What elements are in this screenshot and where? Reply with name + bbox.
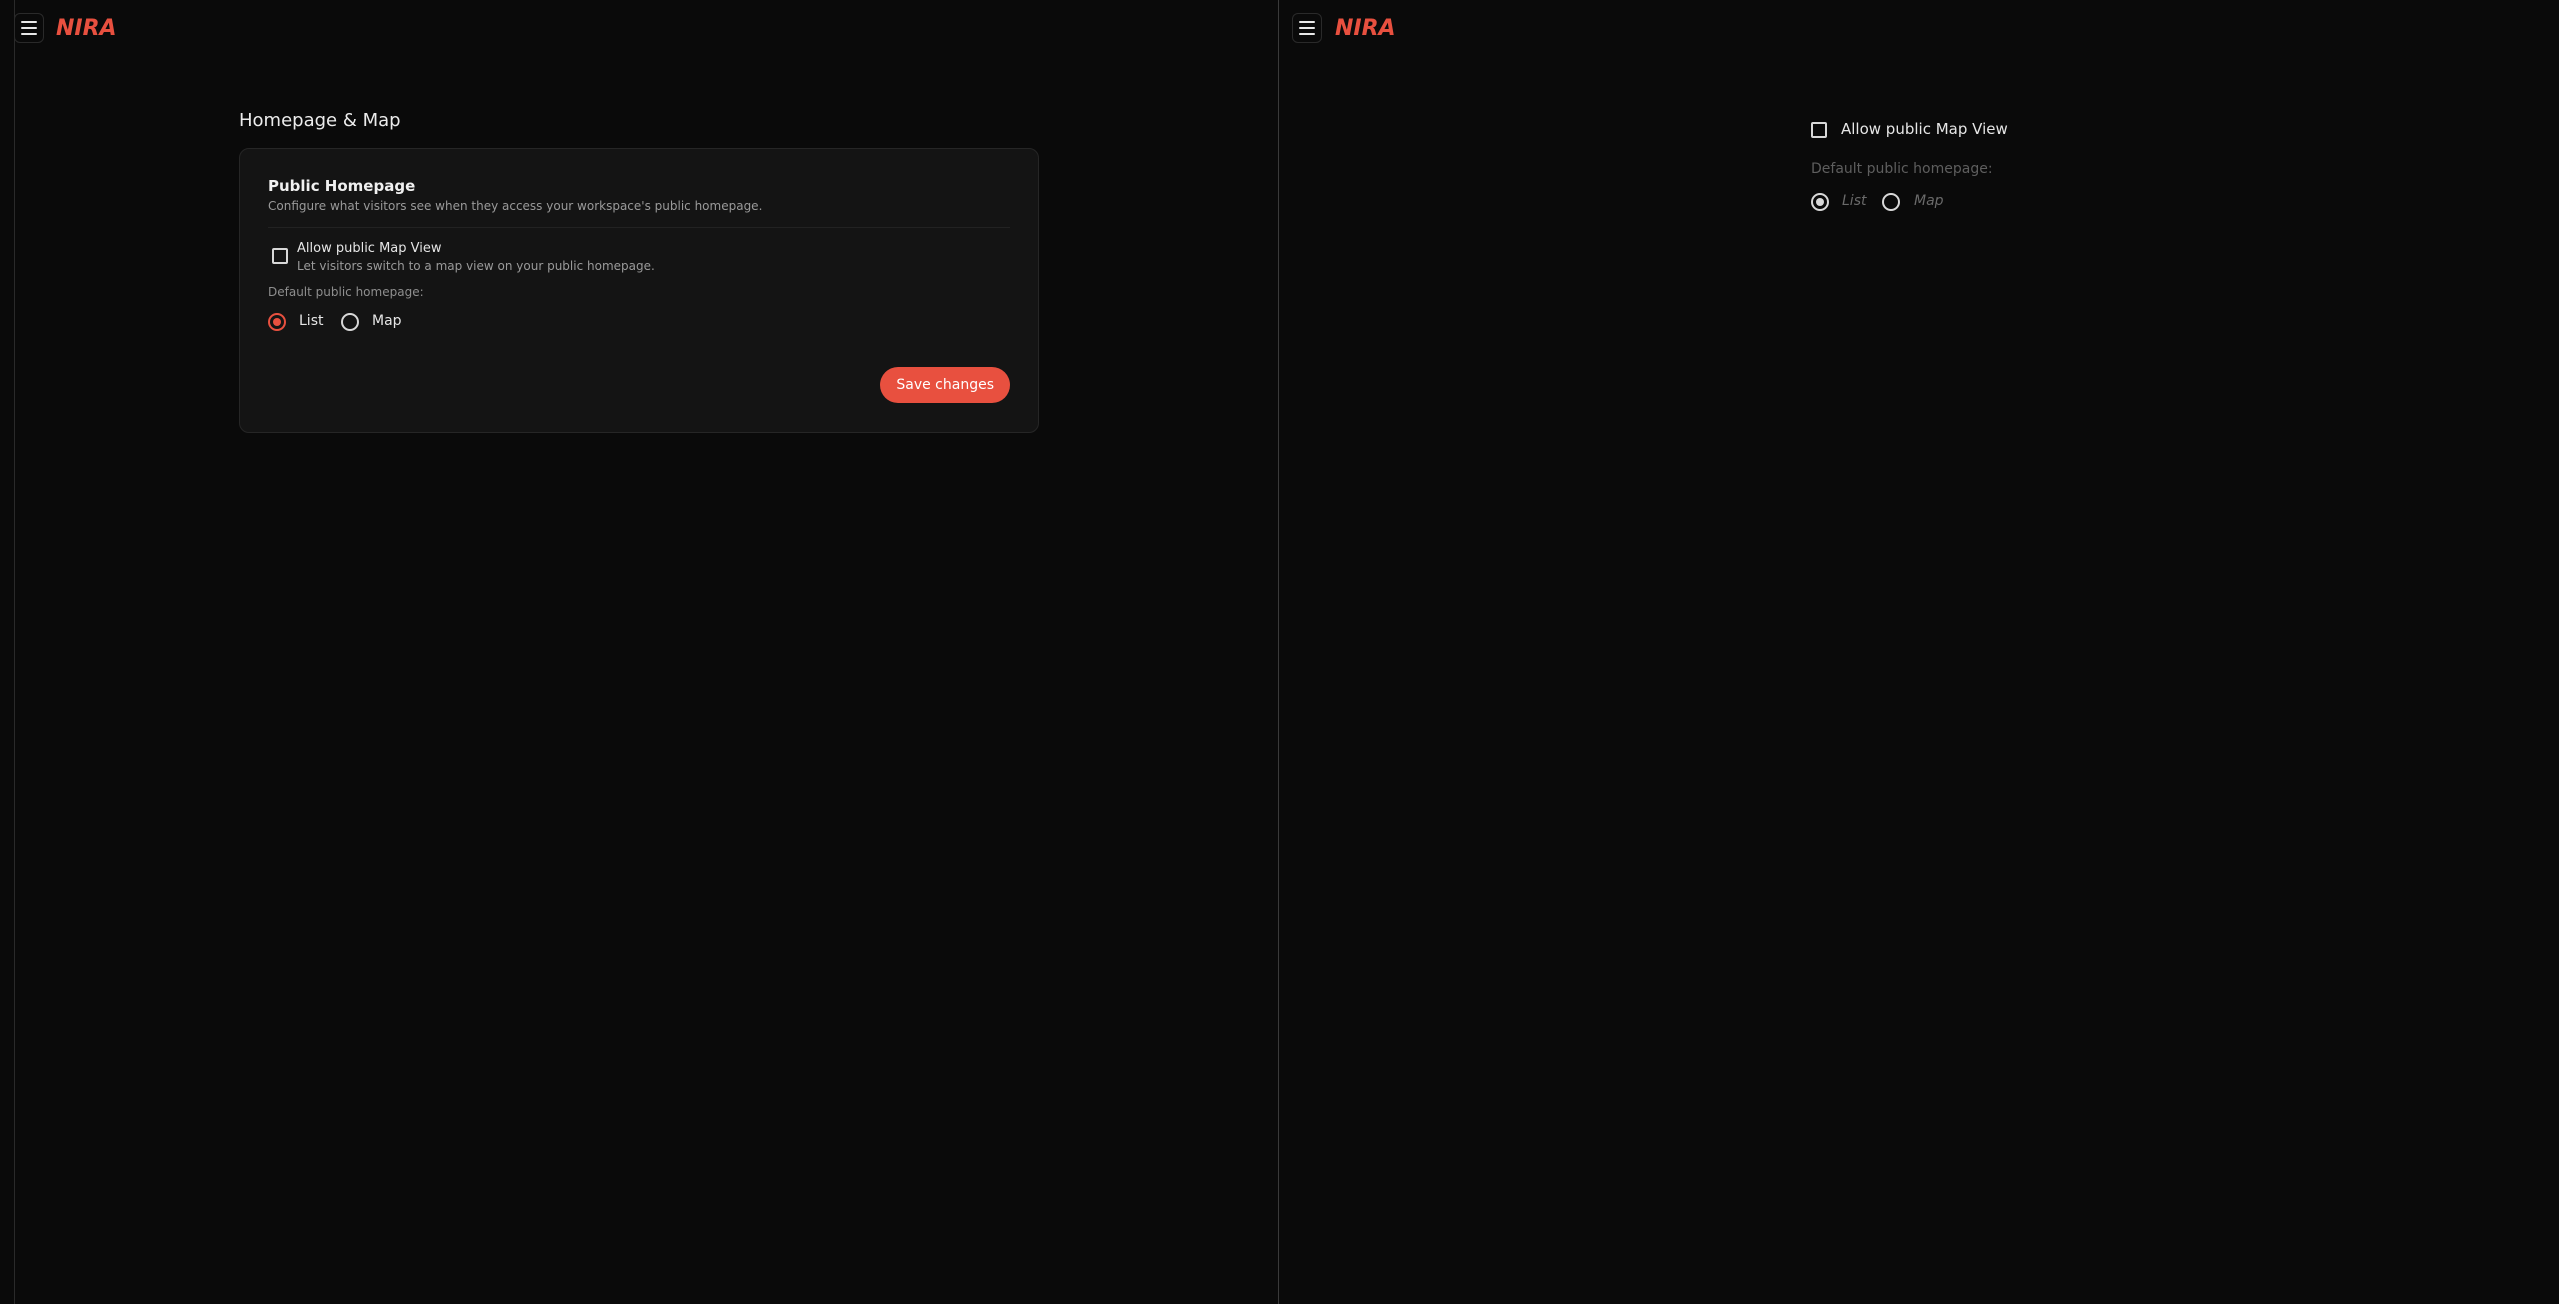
sidebar-rail [14,0,15,1304]
radio-list[interactable] [1811,193,1829,211]
radio-map-label: Map [1914,193,1944,209]
allow-map-checkbox[interactable] [272,248,288,264]
radio-map[interactable] [1882,193,1900,211]
nira-logo: NIRA [1335,16,1396,40]
menu-button[interactable] [14,13,44,43]
menu-button[interactable] [1292,13,1322,43]
allow-map-checkbox[interactable] [1811,122,1827,138]
hamburger-icon [21,21,37,23]
nira-logo: NIRA [56,16,117,40]
card-title: Public Homepage [268,177,416,195]
svg-text:NIRA: NIRA [56,16,117,40]
allow-map-label: Allow public Map View [1841,120,2008,138]
radio-list-label: List [1842,193,1867,209]
right-pane: NIRA Allow public Map View Default publi… [1279,0,2559,1304]
allow-map-help: Let visitors switch to a map view on you… [297,259,655,273]
radio-map-label: Map [372,313,402,329]
card-description: Configure what visitors see when they ac… [268,199,763,213]
divider [268,227,1010,228]
default-homepage-label: Default public homepage: [268,285,424,299]
left-pane: NIRA Homepage & Map Public Homepage Conf… [0,0,1279,1304]
allow-map-label: Allow public Map View [297,241,442,256]
hamburger-icon [1299,21,1315,23]
radio-list-label: List [299,313,324,329]
svg-text:NIRA: NIRA [1335,16,1396,40]
page-title: Homepage & Map [239,110,401,131]
radio-map[interactable] [341,313,359,331]
save-changes-button[interactable]: Save changes [880,367,1010,403]
public-homepage-card: Public Homepage Configure what visitors … [239,148,1039,433]
radio-list[interactable] [268,313,286,331]
default-homepage-label: Default public homepage: [1811,161,1993,177]
